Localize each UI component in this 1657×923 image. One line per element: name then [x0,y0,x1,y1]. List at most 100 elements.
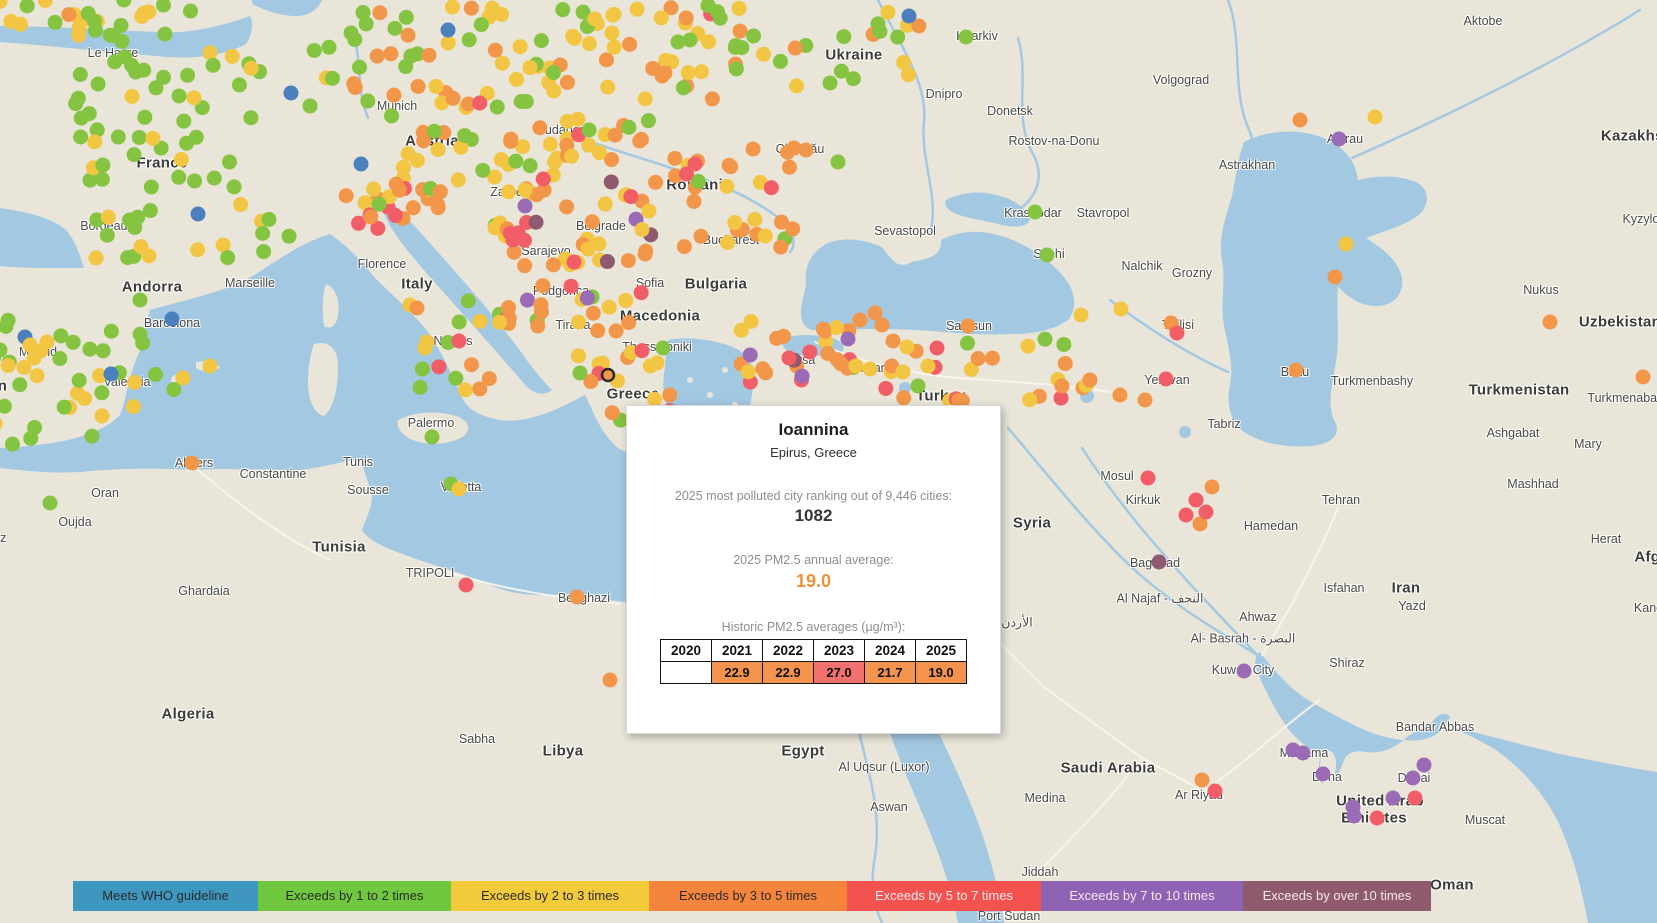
city-dot[interactable] [1208,784,1223,799]
city-dot[interactable] [960,336,975,351]
city-dot[interactable] [425,430,440,445]
city-dot[interactable] [734,40,749,55]
city-dot[interactable] [1296,746,1311,761]
city-dot[interactable] [403,49,418,64]
city-dot[interactable] [789,78,804,93]
city-dot[interactable] [719,179,734,194]
city-dot[interactable] [836,29,851,44]
city-dot[interactable] [773,240,788,255]
city-dot[interactable] [114,18,129,33]
city-dot[interactable] [441,23,456,38]
legend-item[interactable]: Meets WHO guideline [73,881,258,911]
city-dot[interactable] [602,300,617,315]
city-dot[interactable] [127,147,142,162]
city-dot[interactable] [370,49,385,64]
city-dot[interactable] [225,49,240,64]
city-dot[interactable] [180,68,195,83]
city-dot[interactable] [94,385,109,400]
city-dot[interactable] [133,293,148,308]
city-dot[interactable] [1189,493,1204,508]
city-dot[interactable] [261,212,276,227]
city-dot[interactable] [587,11,602,26]
city-dot[interactable] [401,28,416,43]
city-dot[interactable] [91,77,106,92]
city-dot[interactable] [733,24,748,39]
city-dot[interactable] [509,72,524,87]
city-dot[interactable] [359,16,374,31]
city-dot[interactable] [13,17,28,32]
city-dot[interactable] [607,40,622,55]
city-dot[interactable] [12,377,27,392]
city-dot[interactable] [657,66,672,81]
city-dot[interactable] [517,258,532,273]
city-dot[interactable] [458,382,473,397]
city-dot[interactable] [834,64,849,79]
city-dot[interactable] [71,91,86,106]
city-dot[interactable] [517,183,532,198]
city-dot[interactable] [533,297,548,312]
city-dot[interactable] [452,334,467,349]
city-dot[interactable] [681,65,696,80]
city-dot[interactable] [729,61,744,76]
city-dot[interactable] [20,0,35,13]
city-dot[interactable] [1316,767,1331,782]
city-dot[interactable] [1021,339,1036,354]
city-dot[interactable] [799,143,814,158]
city-dot[interactable] [1114,302,1129,317]
city-dot[interactable] [564,149,579,164]
city-dot[interactable] [107,54,122,69]
city-dot[interactable] [961,319,976,334]
city-dot[interactable] [523,158,538,173]
city-dot[interactable] [605,8,620,23]
city-dot[interactable] [1417,758,1432,773]
city-dot[interactable] [755,361,770,376]
city-dot[interactable] [529,215,544,230]
city-dot[interactable] [650,355,665,370]
city-dot[interactable] [513,39,528,54]
city-dot[interactable] [971,351,986,366]
city-dot[interactable] [1332,132,1347,147]
city-dot[interactable] [148,367,163,382]
city-dot[interactable] [1040,248,1055,263]
city-dot[interactable] [1370,811,1385,826]
city-dot[interactable] [1028,205,1043,220]
city-dot[interactable] [985,351,1000,366]
city-dot[interactable] [156,70,171,85]
city-dot[interactable] [829,320,844,335]
city-dot[interactable] [508,154,523,169]
city-dot[interactable] [360,94,375,109]
city-dot[interactable] [599,52,614,67]
legend-item[interactable]: Exceeds by 5 to 7 times [847,881,1041,911]
city-dot[interactable] [802,344,817,359]
city-dot[interactable] [571,112,586,127]
city-dot[interactable] [1138,393,1153,408]
city-dot[interactable] [816,322,831,337]
city-dot[interactable] [130,210,145,225]
city-dot[interactable] [746,142,761,157]
city-dot[interactable] [120,250,135,265]
map-viewport[interactable]: Le HavreBordeauxMarseilleMunichFlorenceZ… [0,0,1657,923]
city-dot[interactable] [1152,555,1167,570]
city-dot[interactable] [457,128,472,143]
city-dot[interactable] [203,359,218,374]
city-dot[interactable] [48,15,63,30]
city-dot[interactable] [536,172,551,187]
city-dot[interactable] [410,301,425,316]
city-dot[interactable] [532,120,547,135]
city-dot[interactable] [104,324,119,339]
city-dot[interactable] [415,362,430,377]
city-dot[interactable] [890,30,905,45]
city-dot[interactable] [1339,237,1354,252]
city-dot[interactable] [104,367,119,382]
city-dot[interactable] [441,35,456,50]
city-dot[interactable] [174,152,189,167]
city-dot[interactable] [571,348,586,363]
city-dot[interactable] [1408,791,1423,806]
city-dot[interactable] [788,41,803,56]
city-dot[interactable] [564,279,579,294]
city-dot[interactable] [782,160,797,175]
city-dot[interactable] [451,172,466,187]
city-dot[interactable] [352,60,367,75]
city-dot[interactable] [582,36,597,51]
city-dot[interactable] [243,110,258,125]
